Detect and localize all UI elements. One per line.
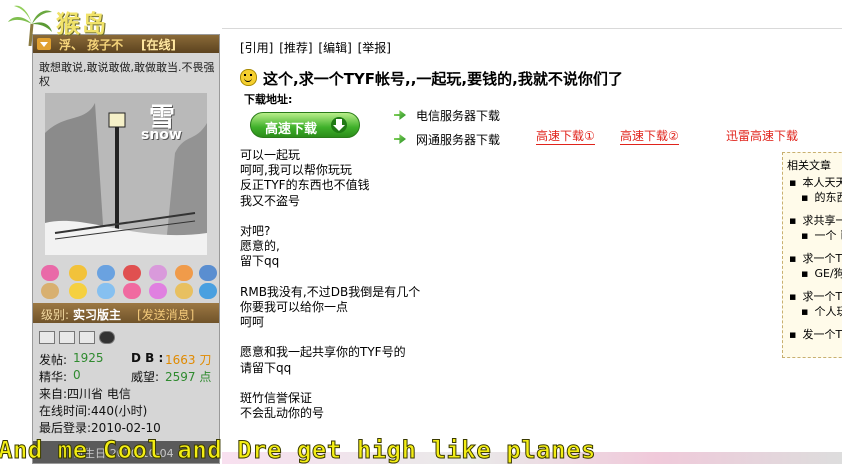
related-title: 相关文章 (787, 159, 831, 172)
telecom-download-link[interactable]: 电信服务器下载 (392, 107, 500, 124)
post-line: 可以一起玩 (240, 148, 301, 162)
prestige-label: 威望: (131, 370, 160, 384)
related-item[interactable]: 求共享一 (789, 213, 842, 228)
related-item-cont[interactable]: 一个 已 (789, 228, 842, 243)
post-title: 这个,求一个TYF帐号,,一起玩,要钱的,我就不说你们了 (240, 68, 623, 89)
send-message-link[interactable]: [发送消息] (137, 306, 194, 323)
mail-icon[interactable] (79, 331, 95, 344)
brand-name: 猴岛 (56, 10, 108, 38)
green-arrow-icon (392, 109, 408, 121)
medals (39, 263, 217, 303)
smiley-icon (240, 69, 257, 86)
telecom-download-label: 电信服务器下载 (416, 109, 501, 123)
medal-icon (97, 265, 115, 281)
related-item[interactable]: 求一个T (789, 289, 842, 304)
recommend-link[interactable]: [推荐] (279, 41, 312, 55)
medal-icon (69, 265, 87, 281)
fast-download-button[interactable]: 高速下载 (250, 112, 360, 138)
thunder-download-link[interactable]: 迅雷高速下载 (726, 127, 798, 144)
medal-icon (41, 265, 59, 281)
medal-icon (149, 283, 167, 299)
site-logo: 猴岛 (0, 0, 160, 46)
rank-row: 级别: 实习版主 [发送消息] (33, 303, 219, 323)
download-arrow-icon (331, 117, 347, 133)
profile-card-icon[interactable] (39, 331, 55, 344)
edit-link[interactable]: [编辑] (318, 41, 351, 55)
posts-label: 发帖: (39, 353, 68, 367)
profile-tools (39, 329, 119, 344)
medal-icon (97, 283, 115, 299)
medal-icon (69, 283, 87, 299)
user-profile-sidebar: 浮、 孩子不 [在线] 敢想敢说,敢说敢做,敢做敢当.不畏强权 雪 snow 级… (32, 34, 220, 464)
add-friend-icon[interactable] (59, 331, 75, 344)
db-label: D B : (131, 351, 164, 365)
post-line: RMB我没有,不过DB我倒是有几个 (240, 284, 421, 299)
quote-link[interactable]: [引用] (240, 41, 273, 55)
medal-icon (123, 265, 141, 281)
medal-icon (175, 283, 193, 299)
related-item[interactable]: 发一个T (789, 327, 842, 342)
netcom-download-link[interactable]: 网通服务器下载 (392, 131, 500, 148)
rank-value: 实习版主 (73, 308, 122, 322)
essence-value: 0 (73, 368, 81, 382)
medal-icon (199, 283, 217, 299)
related-item-cont[interactable]: 的东西3 (789, 190, 842, 205)
top-bar (222, 0, 842, 29)
post-line: 呵呵,我可以帮你玩玩 (240, 163, 352, 178)
post-line: 请留下qq (240, 360, 292, 375)
palm-tree-icon (8, 5, 52, 46)
rank-label: 级别: (41, 308, 70, 322)
post-line: 对吧? (240, 223, 271, 238)
netcom-download-label: 网通服务器下载 (416, 133, 501, 147)
medal-icon (149, 265, 167, 281)
online-time: 在线时间:440(小时) (39, 404, 148, 418)
post-body: 可以一起玩 呵呵,我可以帮你玩玩 反正TYF的东西也不值钱 我又不盗号 对吧? … (240, 148, 540, 421)
user-signature: 敢想敢说,敢说敢做,敢做敢当.不畏强权 (39, 61, 215, 88)
lyric-overlay: And me Cool and Dre get high like planes (0, 436, 842, 464)
report-link[interactable]: [举报] (358, 41, 391, 55)
download-label: 下载地址: (244, 93, 293, 106)
green-arrow-icon (392, 133, 408, 145)
posts-value: 1925 (73, 351, 104, 365)
fast-download-label: 高速下载 (265, 122, 318, 137)
medal-icon (175, 265, 193, 281)
user-stats: 发帖: 1925 D B : 1663 刀 精华: 0 威望: 2597 点 来… (39, 351, 217, 436)
medal-icon (199, 265, 217, 281)
post-line (240, 376, 540, 391)
last-login: 最后登录:2010-02-10 (39, 421, 161, 435)
medal-icon (41, 283, 59, 299)
post-line: 你要我可以给你一点 (240, 299, 349, 314)
qq-penguin-icon[interactable] (99, 331, 115, 344)
related-item[interactable]: 求一个T (789, 251, 842, 266)
post-line: 不会乱动你的号 (240, 406, 325, 421)
related-item-cont[interactable]: 个人玩钱 (789, 304, 842, 319)
post-line: 反正TYF的东西也不值钱 (240, 178, 370, 193)
avatar: 雪 snow (45, 93, 207, 255)
prestige-value: 2597 点 (165, 370, 212, 384)
post-line (240, 330, 540, 345)
post-line: 留下qq (240, 254, 280, 269)
post-line: 愿意和我一起共享你的TYF号的 (240, 345, 406, 360)
post-line: 呵呵 (240, 315, 265, 330)
db-value: 1663 刀 (165, 353, 212, 367)
post-title-text: 这个,求一个TYF帐号,,一起玩,要钱的,我就不说你们了 (263, 70, 623, 88)
post-line: 我又不盗号 (240, 193, 301, 208)
post-line: 斑竹信誉保证 (240, 391, 313, 405)
snow-lamp-image (45, 93, 207, 255)
essence-label: 精华: (39, 370, 68, 384)
avatar-text: snow (141, 127, 182, 143)
location: 来自:四川省 电信 (39, 387, 131, 401)
lyric-text: And me Cool and Dre get high like planes (0, 436, 596, 464)
post-actions: [引用] [推荐] [编辑] [举报] (240, 39, 393, 56)
medal-icon (123, 283, 141, 299)
fast-download-2-link[interactable]: 高速下载② (620, 127, 679, 145)
fast-download-1-link[interactable]: 高速下载① (536, 127, 595, 145)
related-articles-panel: 相关文章 本人天天 的东西3 求共享一 一个 已 求一个T GE/狗子 求一个T… (782, 152, 842, 358)
related-item-cont[interactable]: GE/狗子 (789, 266, 842, 281)
post-line (240, 270, 540, 285)
related-item[interactable]: 本人天天 (789, 175, 842, 190)
post-line (240, 209, 540, 224)
post-line: 愿意的, (240, 239, 280, 254)
